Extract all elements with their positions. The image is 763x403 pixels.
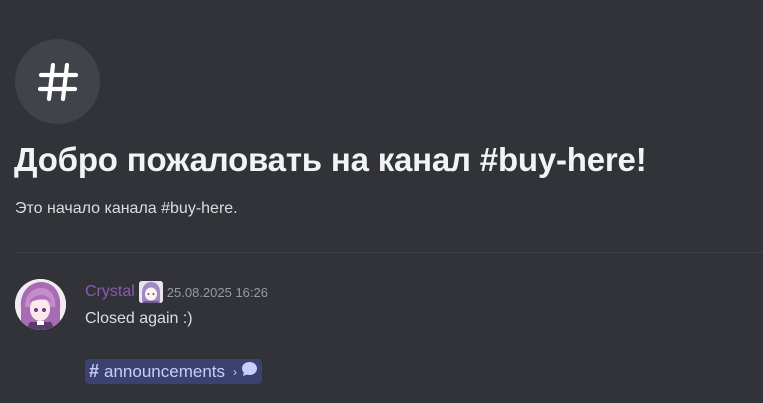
message-text: Closed again :)	[85, 310, 193, 327]
welcome-title: Добро пожаловать на канал #buy-here!	[14, 141, 647, 178]
channel-mention-label: announcements	[104, 361, 225, 381]
hash-icon: #	[89, 361, 100, 381]
speech-bubble-icon	[241, 361, 258, 382]
username[interactable]: Crystal	[85, 283, 135, 301]
role-icon[interactable]	[138, 281, 163, 303]
avatar[interactable]	[15, 279, 66, 330]
role-icon-image	[138, 281, 163, 303]
hash-icon	[37, 62, 78, 101]
chat-view: Добро пожаловать на канал #buy-here! Это…	[0, 0, 763, 403]
channel-mention-link[interactable]: # announcements ›	[85, 359, 262, 384]
message-timestamp: 25.08.2025 16:26	[166, 284, 268, 300]
divider	[15, 252, 763, 253]
avatar-image	[15, 279, 66, 330]
chevron-right-icon: ›	[233, 364, 237, 379]
message-header: Crystal 25.08.2025 16:26	[85, 281, 268, 303]
welcome-subtitle: Это начало канала #buy-here.	[15, 200, 238, 217]
channel-hash-icon	[15, 39, 100, 124]
